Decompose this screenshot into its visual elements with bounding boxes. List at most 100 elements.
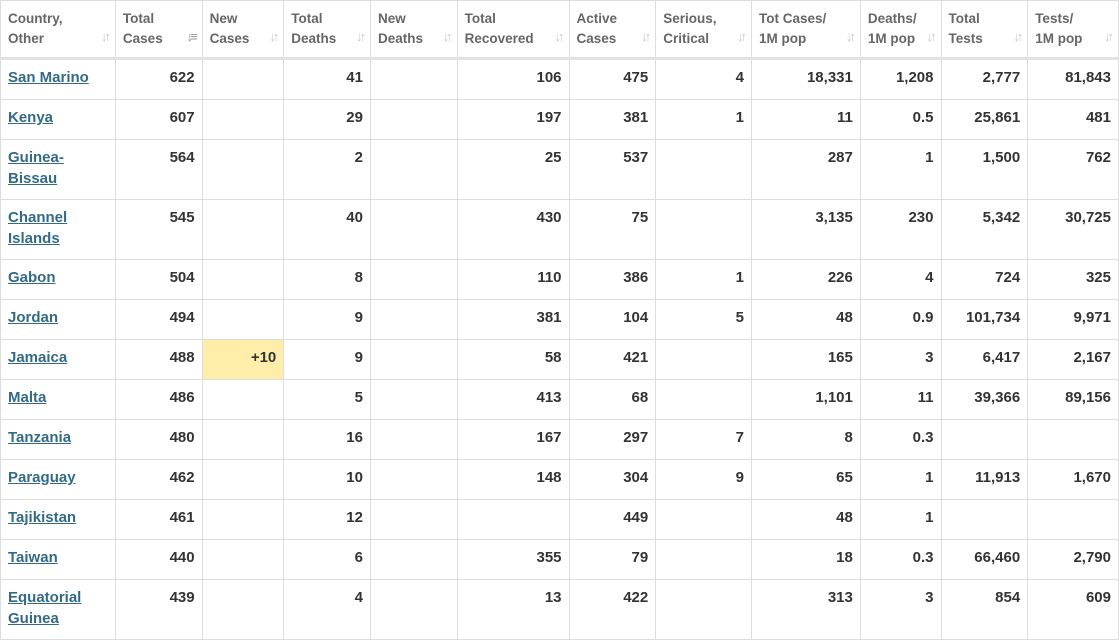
column-header-tot-cases-1m[interactable]: Tot Cases/1M pop ↓↑: [750, 0, 861, 60]
column-header-new-cases[interactable]: New Cases ↓↑: [201, 0, 285, 60]
cell-deaths-1m: 1: [859, 459, 942, 500]
country-link[interactable]: Kenya: [8, 109, 53, 126]
country-link[interactable]: Taiwan: [8, 549, 58, 566]
column-header-label: Deaths/1M pop: [868, 9, 934, 49]
cell-total-cases: 504: [114, 259, 203, 300]
cell-total-recovered: 25: [456, 139, 570, 200]
cell-active-cases: 422: [568, 579, 657, 640]
country-link[interactable]: Guinea- Bissau: [8, 149, 64, 187]
sort-toggle-icon[interactable]: ↓↑: [269, 27, 279, 47]
cell-active-cases: 381: [568, 99, 657, 140]
country-link[interactable]: Jordan: [8, 309, 58, 326]
sort-toggle-icon[interactable]: ↓↑: [737, 27, 747, 47]
cell-total-tests: 854: [940, 579, 1029, 640]
cell-serious-critical: [655, 379, 752, 420]
column-header-label: Country, Other: [8, 9, 108, 49]
cell-deaths-1m: 0.3: [859, 419, 942, 460]
sort-toggle-icon[interactable]: ↓↑: [1104, 27, 1114, 47]
cell-tot-cases-1m: 18: [750, 539, 861, 580]
cell-total-deaths: 41: [283, 58, 371, 100]
cell-new-cases: [201, 419, 285, 460]
cell-total-cases: 622: [114, 58, 203, 100]
cell-tests-1m: 81,843: [1027, 58, 1119, 100]
sort-toggle-icon[interactable]: ↓↑: [356, 27, 366, 47]
country-link[interactable]: Equatorial Guinea: [8, 589, 81, 627]
cell-tot-cases-1m: 48: [750, 499, 861, 540]
cell-country: Gabon: [0, 259, 116, 300]
cell-total-tests: 39,366: [940, 379, 1029, 420]
cell-new-deaths: [369, 299, 458, 340]
table-row: Malta 486 5 413 68 1,101 11 39,366 89,156: [0, 379, 1119, 420]
cell-new-cases: [201, 459, 285, 500]
cell-serious-critical: [655, 199, 752, 260]
column-header-label: Tests/1M pop: [1035, 9, 1111, 49]
sort-toggle-icon[interactable]: ↓↑: [101, 27, 111, 47]
column-header-serious-critical[interactable]: Serious, Critical ↓↑: [655, 0, 752, 60]
cell-deaths-1m: 1: [859, 139, 942, 200]
cell-total-recovered: 58: [456, 339, 570, 380]
sort-toggle-icon[interactable]: ↓↑: [641, 27, 651, 47]
cell-total-cases: 488: [114, 339, 203, 380]
column-header-line1: New: [377, 11, 406, 26]
column-header-country[interactable]: Country, Other ↓↑: [0, 0, 116, 60]
cell-deaths-1m: 1,208: [859, 58, 942, 100]
column-header-new-deaths[interactable]: New Deaths ↓↑: [369, 0, 458, 60]
cell-serious-critical: 9: [655, 459, 752, 500]
country-link[interactable]: Jamaica: [8, 349, 67, 366]
cell-total-cases: 440: [114, 539, 203, 580]
column-header-label: Total Recovered: [465, 9, 562, 49]
cell-total-deaths: 9: [283, 339, 371, 380]
cell-deaths-1m: 1: [859, 499, 942, 540]
sort-toggle-icon[interactable]: ↓↑: [1013, 27, 1023, 47]
column-header-total-deaths[interactable]: Total Deaths ↓↑: [283, 0, 371, 60]
sort-toggle-icon[interactable]: ↓↑: [846, 27, 856, 47]
column-header-tests-1m[interactable]: Tests/1M pop ↓↑: [1027, 0, 1119, 60]
cell-total-deaths: 40: [283, 199, 371, 260]
country-link[interactable]: Channel Islands: [8, 209, 67, 247]
cell-active-cases: 75: [568, 199, 657, 260]
country-link[interactable]: Tajikistan: [8, 509, 76, 526]
sort-toggle-icon[interactable]: ↓↑: [443, 27, 453, 47]
column-header-total-recovered[interactable]: Total Recovered ↓↑: [456, 0, 570, 60]
cell-country: Paraguay: [0, 459, 116, 500]
cell-tests-1m: 89,156: [1027, 379, 1119, 420]
country-link[interactable]: Malta: [8, 389, 46, 406]
cell-new-cases: [201, 299, 285, 340]
cell-active-cases: 386: [568, 259, 657, 300]
cell-tot-cases-1m: 226: [750, 259, 861, 300]
cell-total-tests: 724: [940, 259, 1029, 300]
table-row: Tanzania 480 16 167 297 7 8 0.3: [0, 419, 1119, 460]
cell-active-cases: 421: [568, 339, 657, 380]
cell-tests-1m: 30,725: [1027, 199, 1119, 260]
cell-total-tests: 25,861: [940, 99, 1029, 140]
cell-tests-1m: 2,790: [1027, 539, 1119, 580]
column-header-total-tests[interactable]: Total Tests ↓↑: [940, 0, 1029, 60]
cell-total-recovered: 110: [456, 259, 570, 300]
country-link[interactable]: Tanzania: [8, 429, 71, 446]
sort-toggle-icon[interactable]: ↓↑: [927, 27, 937, 47]
column-header-active-cases[interactable]: Active Cases ↓↑: [568, 0, 657, 60]
cell-tot-cases-1m: 313: [750, 579, 861, 640]
cell-serious-critical: 1: [655, 99, 752, 140]
cell-total-tests: 2,777: [940, 58, 1029, 100]
column-header-deaths-1m[interactable]: Deaths/1M pop ↓↑: [859, 0, 942, 60]
table-row: Jordan 494 9 381 104 5 48 0.9 101,734 9,971: [0, 299, 1119, 340]
column-header-line1: Total: [464, 11, 496, 26]
cell-tot-cases-1m: 65: [750, 459, 861, 500]
country-link[interactable]: Gabon: [8, 269, 56, 286]
cell-tests-1m: [1027, 499, 1119, 540]
cell-total-tests: 5,342: [940, 199, 1029, 260]
cell-new-cases: [201, 259, 285, 300]
cell-total-cases: 607: [114, 99, 203, 140]
table-row: Channel Islands 545 40 430 75 3,135 230 5,342 30…: [0, 199, 1119, 260]
sort-desc-icon[interactable]: ↓≡: [187, 27, 198, 47]
column-header-total-cases[interactable]: Total Cases ↓≡: [114, 0, 203, 60]
cell-total-deaths: 9: [283, 299, 371, 340]
country-link[interactable]: Paraguay: [8, 469, 76, 486]
cell-deaths-1m: 11: [859, 379, 942, 420]
country-link[interactable]: San Marino: [8, 69, 89, 86]
sort-toggle-icon[interactable]: ↓↑: [555, 27, 565, 47]
cell-serious-critical: 4: [655, 58, 752, 100]
column-header-line2: Cases: [209, 31, 250, 46]
cell-active-cases: 475: [568, 58, 657, 100]
